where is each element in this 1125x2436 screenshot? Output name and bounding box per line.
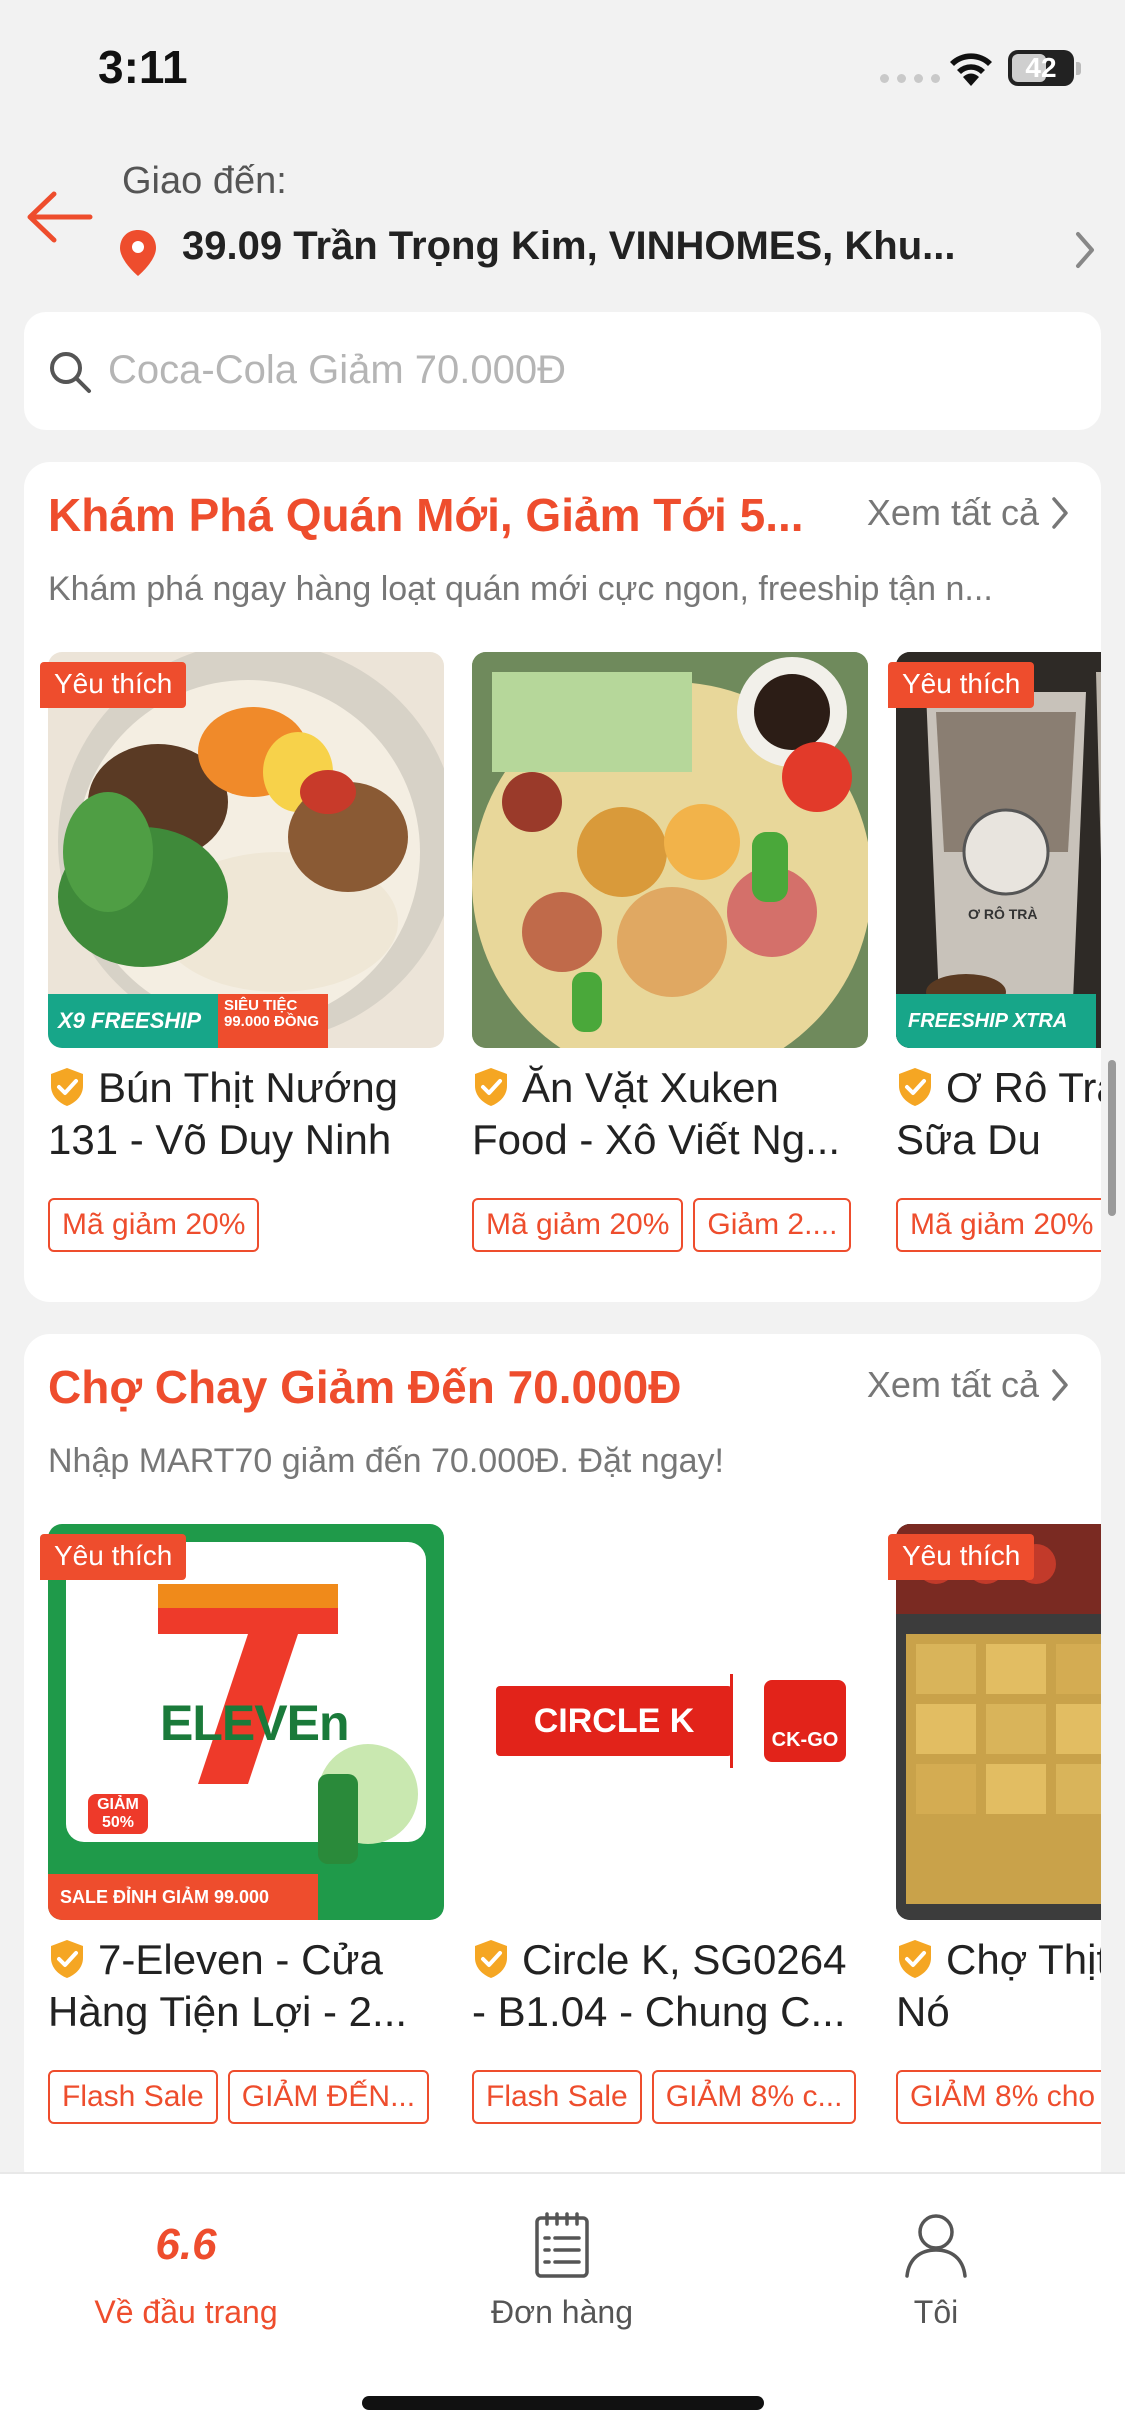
promo-row: Flash Sale GIẢM ĐẾN...: [48, 2070, 430, 2124]
store-image: [472, 652, 868, 1048]
search-bar[interactable]: [24, 312, 1101, 430]
verified-shield-icon: [475, 1940, 507, 1978]
sale-badge: SIÊU TIỆC 99.000 ĐỒNG: [218, 994, 328, 1048]
promo-row: Mã giảm 20% Giảm 2....: [472, 1198, 852, 1252]
promo-tag: GIẢM ĐẾN...: [227, 2070, 430, 2124]
promo-tag: Mã giảm 20%: [48, 1198, 260, 1252]
nav-label: Về đầu trang: [94, 2294, 278, 2330]
store-name-text: 7-Eleven - Cửa Hàng Tiện Lợi - 2...: [48, 1936, 408, 2035]
sale-banner: SALE ĐỈNH GIẢM 99.000 ĐỒNG: [48, 1874, 318, 1920]
nav-label: Đơn hàng: [491, 2294, 633, 2330]
search-input[interactable]: [108, 340, 1068, 400]
store-image: [896, 1524, 1101, 1920]
see-all-label: Xem tất cả: [866, 1364, 1039, 1405]
scrollbar-thumb[interactable]: [1108, 1060, 1116, 1216]
nav-back-to-top[interactable]: 6.6 Về đầu trang: [36, 2210, 336, 2331]
promo-tag: GIẢM 8% c...: [651, 2070, 857, 2124]
back-arrow-icon[interactable]: [24, 182, 94, 252]
status-bar: 3:11 42: [0, 0, 1125, 140]
favorite-tag: Yêu thích: [888, 662, 1035, 708]
store-name: Circle K, SG0264 - B1.04 - Chung C...: [472, 1934, 868, 2038]
section-veggie-market: Chợ Chay Giảm Đến 70.000Đ Xem tất cả Nhậ…: [24, 1334, 1101, 2194]
wifi-icon: [950, 53, 992, 86]
favorite-tag: Yêu thích: [40, 662, 187, 708]
nav-orders[interactable]: Đơn hàng: [412, 2210, 712, 2331]
verified-shield-icon: [475, 1068, 507, 1106]
promo-tag: GIẢM 8% cho: [896, 2070, 1101, 2124]
section-title: Chợ Chay Giảm Đến 70.000Đ: [48, 1361, 682, 1413]
store-name: Chợ Thịt Đậu Hủ Nó: [896, 1934, 1101, 2038]
nav-label: Tôi: [913, 2294, 959, 2330]
promo-tag: Flash Sale: [472, 2070, 642, 2124]
store-name: 7-Eleven - Cửa Hàng Tiện Lợi - 2...: [48, 1934, 444, 2038]
store-name-text: Circle K, SG0264 - B1.04 - Chung C...: [472, 1936, 847, 2035]
search-icon: [50, 352, 91, 393]
store-image: ELEVEn GIẢM 50% SALE ĐỈNH GIẢM 99.000 ĐỒ…: [48, 1524, 444, 1920]
store-image: CIRCLE K CK-GO: [472, 1524, 868, 1920]
see-all-link[interactable]: Xem tất cả: [867, 1364, 1071, 1406]
home-indicator: [362, 2396, 764, 2410]
promo-row: Flash Sale GIẢM 8% c...: [472, 2070, 857, 2124]
store-name-text: Bún Thịt Nướng 131 - Võ Duy Ninh: [48, 1064, 399, 1163]
battery-level: 42: [1025, 52, 1057, 83]
promo-row: Mã giảm 20%: [48, 1198, 260, 1252]
promo-tag: Flash Sale: [48, 2070, 218, 2124]
battery-icon: 42: [1008, 50, 1074, 86]
location-pin-icon: [120, 230, 156, 276]
see-all-link[interactable]: Xem tất cả: [867, 492, 1071, 534]
status-time: 3:11: [98, 41, 188, 93]
user-icon: [905, 2214, 967, 2278]
favorite-tag: Yêu thích: [888, 1534, 1035, 1580]
circle-k-logo: CIRCLE K: [496, 1686, 732, 1756]
store-image: X9 FREESHIP SIÊU TIỆC 99.000 ĐỒNG: [48, 652, 444, 1048]
section-subtitle: Nhập MART70 giảm đến 70.000Đ. Đặt ngay!: [48, 1442, 724, 1480]
cellular-signal-icon: [880, 74, 940, 83]
6-6-icon: 6.6: [155, 2220, 217, 2269]
store-image: Ơ RÔ TRÀ FREESHIP XTRA: [896, 652, 1101, 1048]
see-all-label: Xem tất cả: [866, 492, 1039, 533]
promo-row: GIẢM 8% cho: [896, 2070, 1101, 2124]
chevron-right-icon: [1052, 497, 1068, 529]
promo-tag: Giảm 2....: [693, 1198, 852, 1252]
store-name: Ăn Vặt Xuken Food - Xô Viết Ng...: [472, 1062, 868, 1166]
section-subtitle: Khám phá ngay hàng loạt quán mới cực ngo…: [48, 570, 993, 608]
chevron-right-icon: [1052, 1369, 1068, 1401]
verified-shield-icon: [51, 1940, 83, 1978]
seven-eleven-logo: ELEVEn: [160, 1695, 349, 1751]
verified-shield-icon: [51, 1068, 83, 1106]
store-name: Bún Thịt Nướng 131 - Võ Duy Ninh: [48, 1062, 444, 1166]
store-name: Ơ Rô Trà Sáo Sữa Du: [896, 1062, 1101, 1166]
verified-shield-icon: [899, 1940, 931, 1978]
deliver-to-label: Giao đến:: [122, 160, 287, 202]
promo-tag: Mã giảm 20%: [472, 1198, 684, 1252]
cup-text: Ơ RÔ TRÀ: [968, 906, 1038, 922]
promo-row: Mã giảm 20%: [896, 1198, 1101, 1252]
nav-me[interactable]: Tôi: [786, 2210, 1086, 2331]
section-new-stores: Khám Phá Quán Mới, Giảm Tới 5... Xem tất…: [24, 462, 1101, 1302]
orders-icon: [535, 2212, 589, 2278]
store-name-text: Ăn Vặt Xuken Food - Xô Viết Ng...: [472, 1064, 841, 1163]
section-title: Khám Phá Quán Mới, Giảm Tới 5...: [48, 489, 804, 541]
verified-shield-icon: [899, 1068, 931, 1106]
discount-text: GIẢM 50%: [88, 1794, 148, 1834]
promo-tag: Mã giảm 20%: [896, 1198, 1101, 1252]
ck-go-logo: CK-GO: [764, 1680, 846, 1762]
chevron-right-icon[interactable]: [1070, 228, 1100, 272]
freeship-badge: FREESHIP XTRA: [896, 994, 1096, 1048]
delivery-address[interactable]: 39.09 Trần Trọng Kim, VINHOMES, Khu...: [182, 224, 1022, 269]
favorite-tag: Yêu thích: [40, 1534, 187, 1580]
